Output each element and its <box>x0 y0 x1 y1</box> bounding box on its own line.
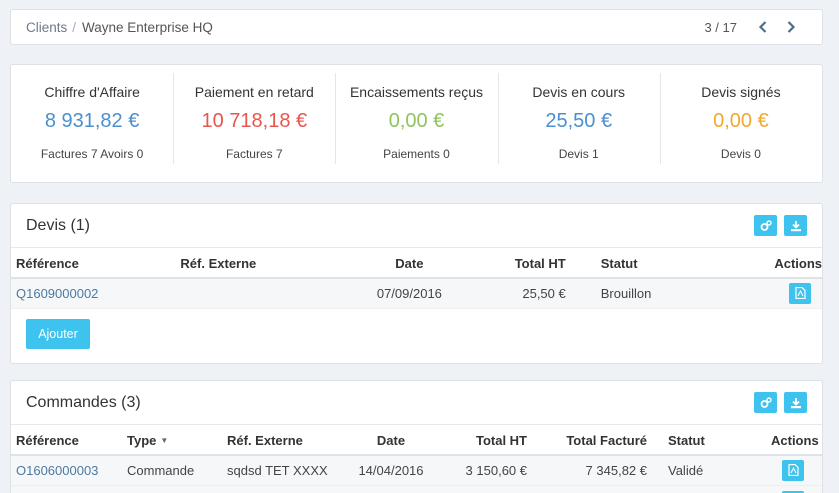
total-billed-cell <box>527 486 647 493</box>
column-header-date[interactable]: Date <box>345 248 475 278</box>
file-pdf-icon <box>787 464 799 477</box>
reference-link[interactable]: O1606000003 <box>11 455 127 486</box>
actions-cell <box>717 278 822 309</box>
table-row[interactable] <box>11 485 822 493</box>
download-icon <box>790 220 801 231</box>
column-header-type[interactable]: Type ▼ <box>127 425 227 455</box>
record-pager: 3 / 17 <box>704 20 737 35</box>
actions-cell <box>750 455 822 486</box>
type-cell <box>127 486 227 493</box>
column-header-actions: Actions <box>771 432 819 448</box>
table-row[interactable]: O1606000003 Commande sqdsd TET XXXX 14/0… <box>11 454 822 486</box>
column-header-external-ref[interactable]: Réf. Externe <box>180 248 344 278</box>
sort-caret-icon: ▼ <box>160 435 169 445</box>
kpi-subtext: Devis 0 <box>720 147 761 161</box>
table-header-row: Référence Type ▼ Réf. Externe Date Total … <box>11 424 822 455</box>
kpi-label: Devis signés <box>701 84 781 100</box>
breadcrumb: Clients / Wayne Enterprise HQ <box>26 20 213 35</box>
chevron-right-icon <box>787 21 796 33</box>
download-icon <box>790 397 801 408</box>
kpi-subtext: Factures 7 <box>225 147 283 161</box>
kpi-subtext: Factures 7 Avoirs 0 <box>40 147 144 161</box>
kpi-label: Paiement en retard <box>194 84 314 100</box>
section-title: Devis (1) <box>26 217 91 234</box>
table-row[interactable]: Q1609000002 07/09/2016 25,50 € Brouillon <box>11 277 822 309</box>
kpi-value: 0,00 € <box>388 110 445 132</box>
previous-record-button[interactable] <box>752 16 774 38</box>
kpi-value: 8 931,82 € <box>44 110 140 132</box>
kpi-pending-quotes: Devis en cours 25,50 € Devis 1 <box>497 65 660 182</box>
next-record-button[interactable] <box>780 16 802 38</box>
breadcrumb-current: Wayne Enterprise HQ <box>82 20 213 35</box>
cogs-icon <box>760 396 772 408</box>
total-billed-cell: 7 345,82 € <box>585 462 647 478</box>
kpi-signed-quotes: Devis signés 0,00 € Devis 0 <box>659 65 822 182</box>
actions-cell <box>750 486 822 493</box>
kpi-panel: Chiffre d'Affaire 8 931,82 € Factures 7 … <box>10 64 823 183</box>
table-header-row: Référence Réf. Externe Date Total HT Sta… <box>11 247 822 278</box>
breadcrumb-separator: / <box>72 20 77 35</box>
total-ht-cell <box>429 486 527 493</box>
cogs-icon <box>760 219 772 231</box>
date-cell <box>353 486 429 493</box>
breadcrumb-bar: Clients / Wayne Enterprise HQ 3 / 17 <box>10 9 823 45</box>
column-header-reference[interactable]: Référence <box>11 248 180 278</box>
external-ref-cell <box>227 486 353 493</box>
column-header-external-ref[interactable]: Réf. Externe <box>227 425 353 455</box>
column-header-total-billed[interactable]: Total Facturé <box>527 425 647 455</box>
kpi-value: 25,50 € <box>545 110 613 132</box>
status-cell <box>647 486 750 493</box>
add-devis-button[interactable]: Ajouter <box>26 319 90 349</box>
kpi-label: Encaissements reçus <box>349 84 484 100</box>
date-cell: 07/09/2016 <box>376 285 442 301</box>
kpi-subtext: Devis 1 <box>558 147 599 161</box>
kpi-value: 10 718,18 € <box>201 110 308 132</box>
kpi-received-payments: Encaissements reçus 0,00 € Paiements 0 <box>335 65 497 182</box>
status-cell: Brouillon <box>600 285 652 301</box>
pdf-button[interactable] <box>789 282 812 304</box>
column-header-total-ht[interactable]: Total HT <box>429 425 527 455</box>
file-pdf-icon <box>795 287 806 300</box>
kpi-subtext: Paiements 0 <box>383 147 450 161</box>
column-header-status[interactable]: Statut <box>566 248 718 278</box>
date-cell: 14/04/2016 <box>358 462 424 478</box>
total-ht-cell: 3 150,60 € <box>465 462 527 478</box>
column-header-reference[interactable]: Référence <box>11 425 127 455</box>
column-header-type-label: Type <box>127 432 157 448</box>
column-header-date[interactable]: Date <box>353 425 429 455</box>
section-title: Commandes (3) <box>26 394 141 411</box>
type-cell: Commande <box>127 462 195 478</box>
breadcrumb-link-clients[interactable]: Clients <box>26 20 67 35</box>
commandes-table: Référence Type ▼ Réf. Externe Date Total … <box>11 424 822 493</box>
kpi-label: Chiffre d'Affaire <box>44 84 140 100</box>
devis-download-button[interactable] <box>784 215 807 236</box>
column-header-total-ht[interactable]: Total HT <box>474 248 566 278</box>
kpi-revenue: Chiffre d'Affaire 8 931,82 € Factures 7 … <box>11 65 173 182</box>
reference-link[interactable] <box>11 486 127 493</box>
status-cell: Validé <box>668 462 704 478</box>
column-header-actions: Actions <box>774 255 822 271</box>
devis-table: Référence Réf. Externe Date Total HT Sta… <box>11 247 822 309</box>
pdf-button[interactable] <box>782 459 804 481</box>
chevron-left-icon <box>758 21 767 33</box>
column-header-status[interactable]: Statut <box>647 425 750 455</box>
external-ref-cell <box>180 278 344 309</box>
commandes-settings-button[interactable] <box>754 392 777 413</box>
kpi-late-payment: Paiement en retard 10 718,18 € Factures … <box>173 65 335 182</box>
reference-link[interactable]: Q1609000002 <box>11 278 180 309</box>
devis-section: Devis (1) Référence Réf. Externe Date To… <box>10 203 823 364</box>
total-ht-cell: 25,50 € <box>522 285 566 301</box>
commandes-download-button[interactable] <box>784 392 807 413</box>
external-ref-cell: sqdsd TET XXXX <box>227 462 328 478</box>
devis-settings-button[interactable] <box>754 215 777 236</box>
commandes-section: Commandes (3) Référence Type ▼ Réf. Exter… <box>10 380 823 493</box>
kpi-value: 0,00 € <box>713 110 769 132</box>
kpi-label: Devis en cours <box>532 84 625 100</box>
